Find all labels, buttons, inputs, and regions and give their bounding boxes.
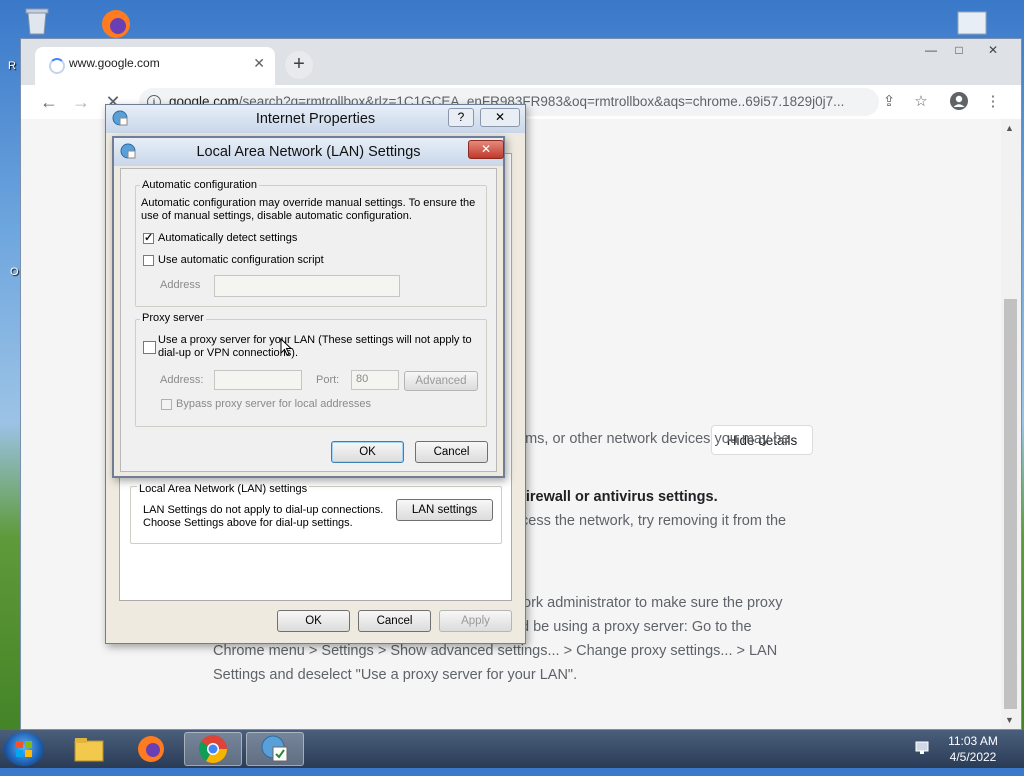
page-text-line-2: firewall or antivirus settings.	[521, 489, 718, 505]
proxy-server-label: Proxy server	[140, 312, 206, 324]
port-label: Port:	[316, 374, 340, 386]
page-text-line-7: Settings and deselect "Use a proxy serve…	[213, 667, 578, 683]
new-tab-button[interactable]: +	[285, 51, 313, 79]
lan-cancel-button[interactable]: Cancel	[415, 441, 488, 463]
scroll-up-icon[interactable]: ▲	[1005, 123, 1014, 133]
auto-detect-checkbox[interactable]	[143, 231, 154, 244]
lan-settings-button[interactable]: LAN settings	[396, 499, 493, 521]
clock-time: 11:03 AM	[948, 734, 998, 748]
desktop-label-r: R	[8, 60, 16, 72]
lan-ok-button[interactable]: OK	[331, 441, 404, 463]
lan-settings-title: Local Area Network (LAN) Settings	[196, 144, 421, 160]
taskbar: 11:03 AM 4/5/2022	[0, 730, 1024, 768]
auto-detect-label[interactable]: Automatically detect settings	[158, 232, 297, 244]
desktop-shortcut-icon[interactable]	[952, 10, 992, 38]
profile-avatar-icon[interactable]	[949, 92, 969, 112]
network-tray-icon[interactable]	[914, 740, 932, 756]
tab-close-icon[interactable]: ✕	[253, 55, 265, 72]
start-button[interactable]	[4, 732, 44, 766]
internet-properties-cancel-button[interactable]: Cancel	[358, 610, 431, 632]
minimize-button[interactable]: —	[919, 41, 943, 59]
page-text-line-3: cess the network, try removing it from t…	[521, 513, 787, 529]
back-arrow-icon[interactable]: ←	[37, 90, 61, 114]
bypass-local-label[interactable]: Bypass proxy server for local addresses	[176, 398, 371, 410]
lan-text-2: Choose Settings above for dial-up settin…	[143, 517, 353, 529]
use-proxy-checkbox[interactable]	[143, 341, 156, 354]
auto-script-label[interactable]: Use automatic configuration script	[158, 254, 324, 266]
automatic-configuration-label: Automatic configuration	[140, 179, 259, 191]
share-icon[interactable]: ⇪	[879, 92, 899, 112]
script-address-input[interactable]	[214, 275, 400, 297]
lan-settings-dialog: Local Area Network (LAN) Settings ✕ Auto…	[112, 136, 505, 478]
taskbar-clock[interactable]: 11:03 AM 4/5/2022	[938, 733, 1008, 765]
forward-arrow-icon[interactable]: →	[69, 90, 93, 114]
desktop-label-o: O	[10, 266, 19, 278]
tab-strip: www.google.com ✕ + — □ ✕	[21, 39, 1021, 85]
taskbar-firefox-icon[interactable]	[122, 732, 180, 766]
internet-properties-apply-button[interactable]: Apply	[439, 610, 512, 632]
page-text-line-4: ork administrator to make sure the proxy	[523, 595, 783, 611]
lan-settings-group-label: Local Area Network (LAN) settings	[137, 483, 310, 495]
tab-title: www.google.com	[69, 56, 160, 70]
bookmark-star-icon[interactable]: ☆	[911, 92, 931, 112]
scroll-down-icon[interactable]: ▼	[1005, 715, 1014, 725]
proxy-address-input[interactable]	[214, 370, 302, 390]
mouse-cursor-icon	[280, 338, 292, 356]
lan-settings-close-button[interactable]: ✕	[468, 140, 504, 159]
close-window-button[interactable]: ✕	[981, 41, 1005, 59]
lan-settings-body: Automatic configuration Automatic config…	[120, 168, 497, 472]
proxy-address-label: Address:	[160, 374, 204, 386]
page-text-line-5: d be using a proxy server: Go to the	[521, 619, 752, 635]
firefox-desktop-icon[interactable]	[94, 6, 138, 38]
advanced-button[interactable]: Advanced	[404, 371, 478, 391]
page-text-line-6: Chrome menu > Settings > Show advanced s…	[213, 643, 778, 659]
taskbar-chrome-icon[interactable]	[184, 732, 242, 766]
clock-date: 4/5/2022	[949, 750, 997, 764]
taskbar-file-explorer-icon[interactable]	[60, 732, 118, 766]
scroll-thumb[interactable]	[1004, 299, 1017, 709]
lan-text-1: LAN Settings do not apply to dial-up con…	[143, 504, 384, 516]
loading-spinner-icon	[49, 58, 65, 74]
page-text-line-1: ams, or other network devices you may be	[517, 431, 790, 447]
taskbar-internet-options-icon[interactable]	[246, 732, 304, 766]
use-proxy-label-2[interactable]: dial-up or VPN connections).	[158, 347, 298, 359]
auto-script-checkbox[interactable]	[143, 255, 154, 266]
internet-properties-close-button[interactable]: ✕	[480, 108, 520, 127]
script-address-label: Address	[160, 279, 201, 291]
maximize-button[interactable]: □	[947, 41, 971, 59]
auto-description-2: use of manual settings, disable automati…	[141, 210, 412, 222]
port-input[interactable]: 80	[351, 370, 399, 390]
internet-properties-ok-button[interactable]: OK	[277, 610, 350, 632]
internet-properties-titlebar[interactable]: Internet Properties ? ✕	[106, 105, 525, 133]
bypass-local-checkbox[interactable]	[161, 399, 172, 410]
tab-google[interactable]: www.google.com ✕	[35, 47, 275, 85]
menu-kebab-icon[interactable]: ⋮	[983, 92, 1003, 112]
auto-description-1: Automatic configuration may override man…	[141, 197, 476, 209]
help-button[interactable]: ?	[448, 108, 474, 127]
use-proxy-label-1[interactable]: Use a proxy server for your LAN (These s…	[158, 334, 472, 346]
recycle-bin-icon[interactable]	[20, 6, 54, 36]
lan-settings-titlebar[interactable]: Local Area Network (LAN) Settings ✕	[114, 138, 504, 166]
page-scrollbar[interactable]: ▲ ▼	[1001, 119, 1021, 729]
windows-logo-icon	[16, 741, 32, 757]
